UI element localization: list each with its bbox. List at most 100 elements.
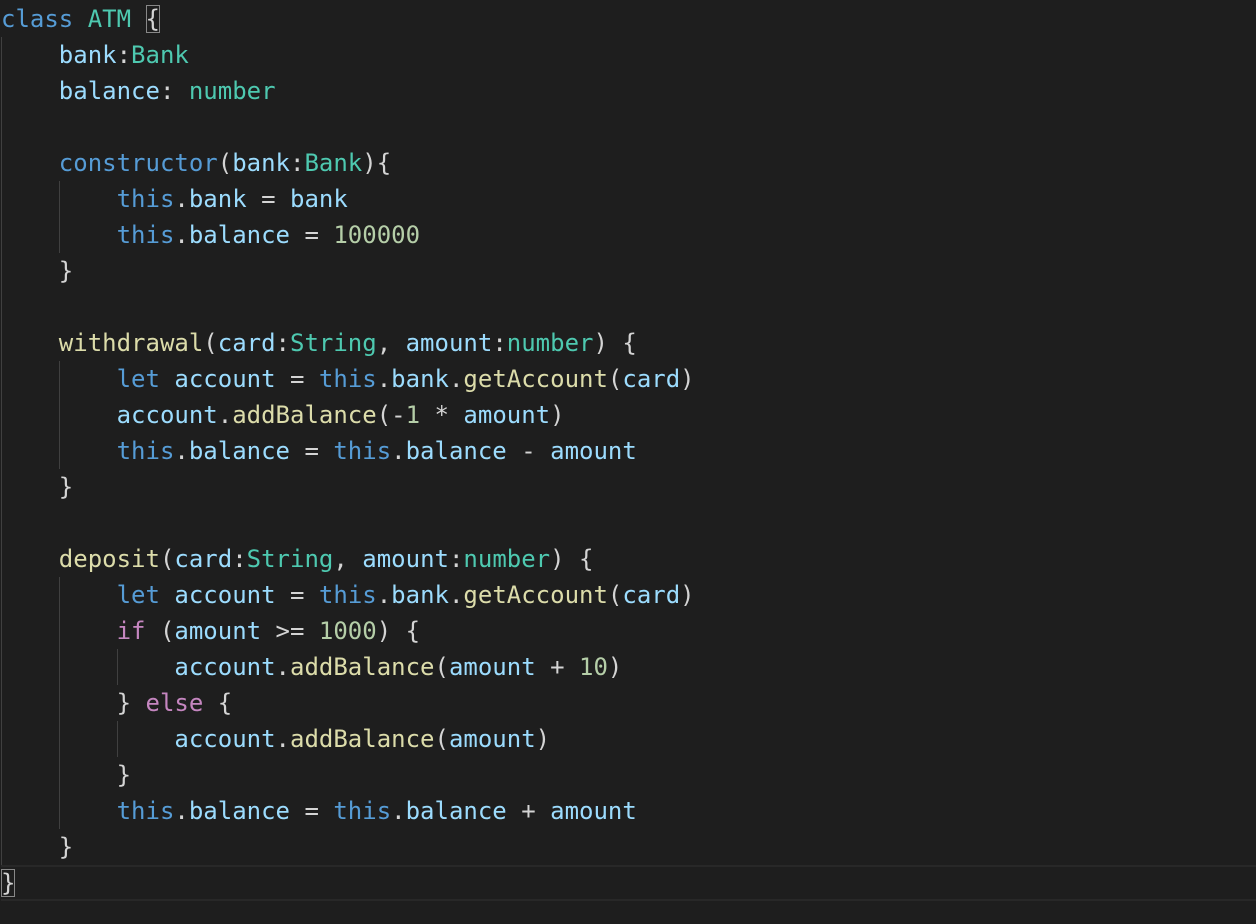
code-token-punct: : [290,149,305,177]
code-line[interactable]: this.bank = bank [1,181,1256,217]
indent-guide [1,289,2,325]
code-token-punct: . [217,401,233,429]
code-token-keyword: this [116,797,175,825]
code-line[interactable]: if (amount >= 1000) { [1,613,1256,649]
indent-guide [58,649,60,685]
code-token-punct: : [116,41,132,69]
code-token-prop: amount [463,401,551,429]
code-token-prop: account [174,581,276,609]
code-editor[interactable]: class ATM { bank:Bank balance: number co… [0,0,1256,924]
code-line[interactable]: account.addBalance(-1 * amount) [1,397,1256,433]
indent-guide [58,613,60,649]
indent-guide [1,757,2,793]
code-token-punct: . [448,581,464,609]
indent-guide [1,793,2,829]
code-line[interactable]: } [1,757,1256,793]
code-token-keyword: let [116,581,160,609]
indent-guide [58,361,60,397]
code-line[interactable]: } else { [1,685,1256,721]
code-line[interactable]: let account = this.bank.getAccount(card) [1,577,1256,613]
code-token-punct: = [246,185,290,213]
code-token-punct [1,725,174,753]
code-token-punct [1,149,59,177]
code-area[interactable]: class ATM { bank:Bank balance: number co… [1,1,1256,901]
code-token-keyword: this [116,185,175,213]
code-token-punct: ) [680,365,695,393]
code-line[interactable]: account.addBalance(amount + 10) [1,649,1256,685]
code-token-prop: bank [290,185,348,213]
code-token-prop: amount [448,653,536,681]
code-line[interactable]: withdrawal(card:String, amount:number) { [1,325,1256,361]
indent-guide [1,325,2,361]
code-token-punct: . [174,437,189,465]
indent-guide [58,577,60,613]
code-token-punct: ( [434,653,449,681]
code-token-type: String [290,329,377,357]
code-token-prop: amount [448,725,536,753]
code-token-punct: ) [550,401,565,429]
code-token-punct: } [1,689,146,717]
code-token-punct: (- [376,401,406,429]
code-token-func: addBalance [290,725,435,753]
code-token-prop: amount [174,617,262,645]
code-line[interactable]: this.balance = this.balance + amount [1,793,1256,829]
code-token-punct: { [145,5,160,33]
code-token-number: 100000 [333,221,421,249]
indent-guide [58,181,60,217]
code-line[interactable] [1,505,1256,541]
code-token-number: 1 [405,401,421,429]
code-line[interactable]: constructor(bank:Bank){ [1,145,1256,181]
code-token-punct: ) { [550,545,594,573]
code-token-punct: ( [607,365,623,393]
code-token-type: ATM [87,5,132,33]
code-line[interactable]: class ATM { [1,1,1256,37]
code-token-keyword: this [116,221,175,249]
code-token-punct: = [290,437,334,465]
code-token-prop: account [116,401,218,429]
code-token-punct: . [391,437,406,465]
code-token-punct [1,545,59,573]
code-line[interactable]: deposit(card:String, amount:number) { [1,541,1256,577]
code-token-punct: : [448,545,464,573]
code-line[interactable]: let account = this.bank.getAccount(card) [1,361,1256,397]
code-line[interactable] [1,289,1256,325]
indent-guide [1,721,2,757]
code-line[interactable]: this.balance = 100000 [1,217,1256,253]
code-token-keyword: this [318,581,377,609]
code-token-type: number [506,329,594,357]
indent-guide [1,433,2,469]
code-token-prop: account [174,653,276,681]
indent-guide [1,109,2,145]
code-token-punct: : [232,545,247,573]
indent-guide [116,721,118,757]
code-line[interactable]: } [1,829,1256,865]
code-token-punct: . [174,185,189,213]
code-line[interactable]: this.balance = this.balance - amount [1,433,1256,469]
code-line[interactable]: } [1,469,1256,505]
code-line[interactable] [1,109,1256,145]
code-token-type: Bank [131,41,189,69]
code-token-punct: : [275,329,290,357]
code-line[interactable]: account.addBalance(amount) [1,721,1256,757]
code-token-punct: ) [680,581,695,609]
code-token-keyword: this [333,437,392,465]
code-token-punct: ( [159,545,175,573]
code-token-punct: = [290,797,334,825]
indent-guide [1,541,2,577]
code-token-punct: ) { [593,329,637,357]
code-line[interactable]: bank:Bank [1,37,1256,73]
code-token-punct: + [506,797,551,825]
code-token-punct [160,365,174,393]
code-line[interactable]: balance: number [1,73,1256,109]
code-token-punct: . [391,797,406,825]
code-line[interactable]: } [1,865,1256,901]
code-line[interactable]: } [1,253,1256,289]
indent-guide [1,397,2,433]
code-token-punct: ) { [376,617,421,645]
indent-guide [1,505,2,541]
code-token-punct: = [275,581,319,609]
indent-guide [58,217,60,253]
code-token-punct: . [174,797,189,825]
code-token-control: else [145,689,204,717]
code-token-punct [160,581,174,609]
